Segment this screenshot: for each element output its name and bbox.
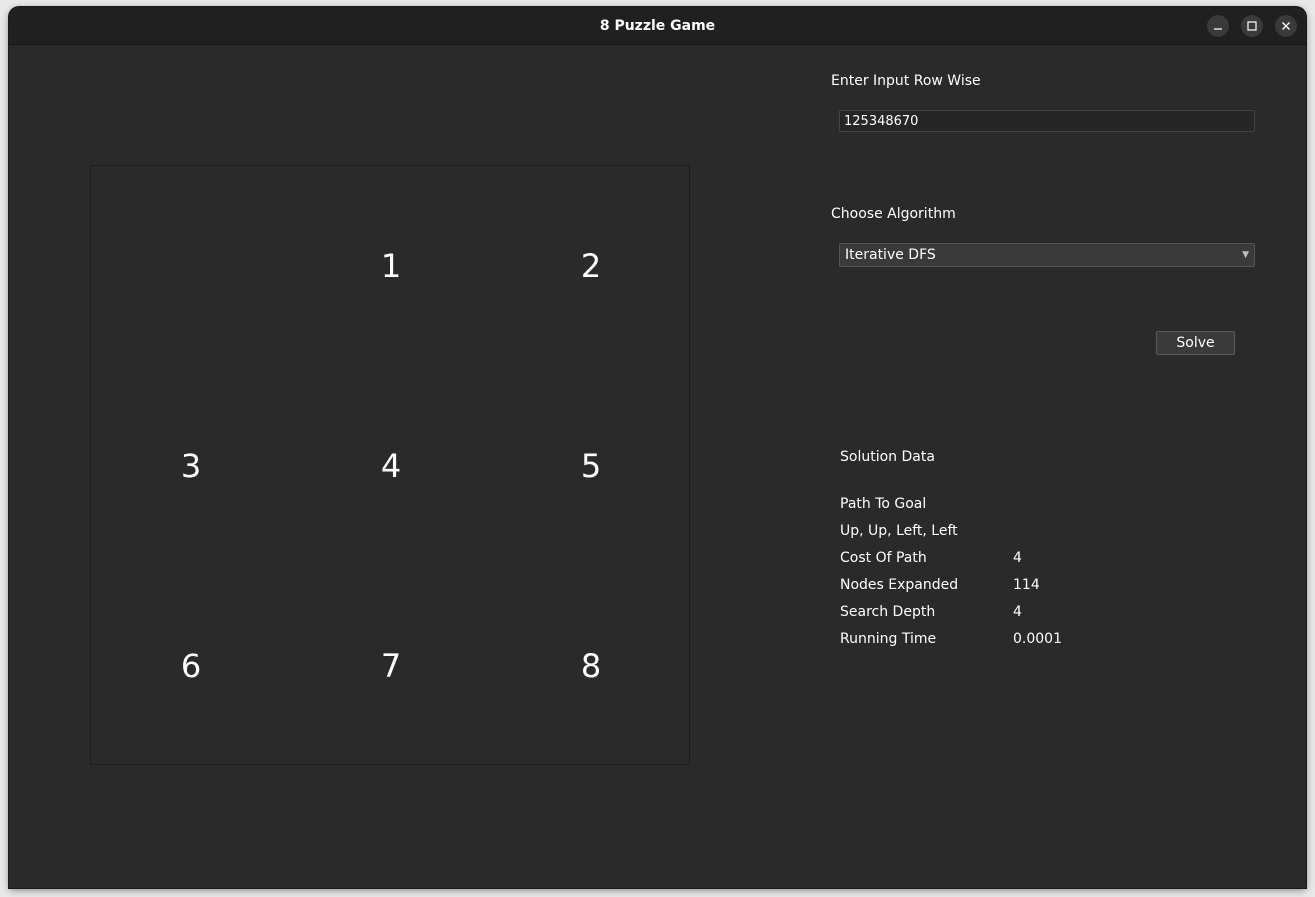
chevron-down-icon: ▼ [1242,250,1249,260]
algorithm-selected-value: Iterative DFS [845,247,936,263]
tile[interactable]: 4 [291,366,491,566]
close-icon [1282,22,1290,30]
tile[interactable]: 1 [291,166,491,366]
running-time-label: Running Time [840,631,937,647]
window-title: 8 Puzzle Game [599,18,716,34]
minimize-icon [1214,28,1222,30]
search-depth-label: Search Depth [840,604,936,620]
cost-value: 4 [1013,550,1022,566]
title-bar[interactable]: 8 Puzzle Game [9,7,1306,45]
solution-title: Solution Data [840,449,935,465]
path-label: Path To Goal [840,496,927,512]
running-time-value: 0.0001 [1013,631,1062,647]
minimize-button[interactable] [1207,15,1229,37]
cost-label: Cost Of Path [840,550,927,566]
tile[interactable]: 5 [491,366,691,566]
tile[interactable]: 7 [291,566,491,766]
search-depth-value: 4 [1013,604,1022,620]
maximize-button[interactable] [1241,15,1263,37]
algorithm-select[interactable]: Iterative DFS ▼ [839,243,1255,267]
tile[interactable]: 6 [91,566,291,766]
tile[interactable]: 8 [491,566,691,766]
nodes-expanded-value: 114 [1013,577,1040,593]
tile[interactable]: 2 [491,166,691,366]
maximize-icon [1247,21,1257,31]
puzzle-input-field[interactable]: 125348670 [839,110,1255,132]
path-value: Up, Up, Left, Left [840,523,958,539]
nodes-expanded-label: Nodes Expanded [840,577,959,593]
puzzle-board: 1 2 3 4 5 6 7 8 [90,165,690,765]
algorithm-label: Choose Algorithm [831,206,956,222]
tile-empty[interactable] [91,166,291,366]
main-content: 1 2 3 4 5 6 7 8 Enter Input Row Wise 125… [9,45,1306,888]
solve-button[interactable]: Solve [1156,331,1235,355]
tile[interactable]: 3 [91,366,291,566]
app-window: 8 Puzzle Game 1 2 3 4 5 6 7 8 Enter Inpu… [9,7,1306,888]
input-label: Enter Input Row Wise [831,73,981,89]
close-button[interactable] [1275,15,1297,37]
